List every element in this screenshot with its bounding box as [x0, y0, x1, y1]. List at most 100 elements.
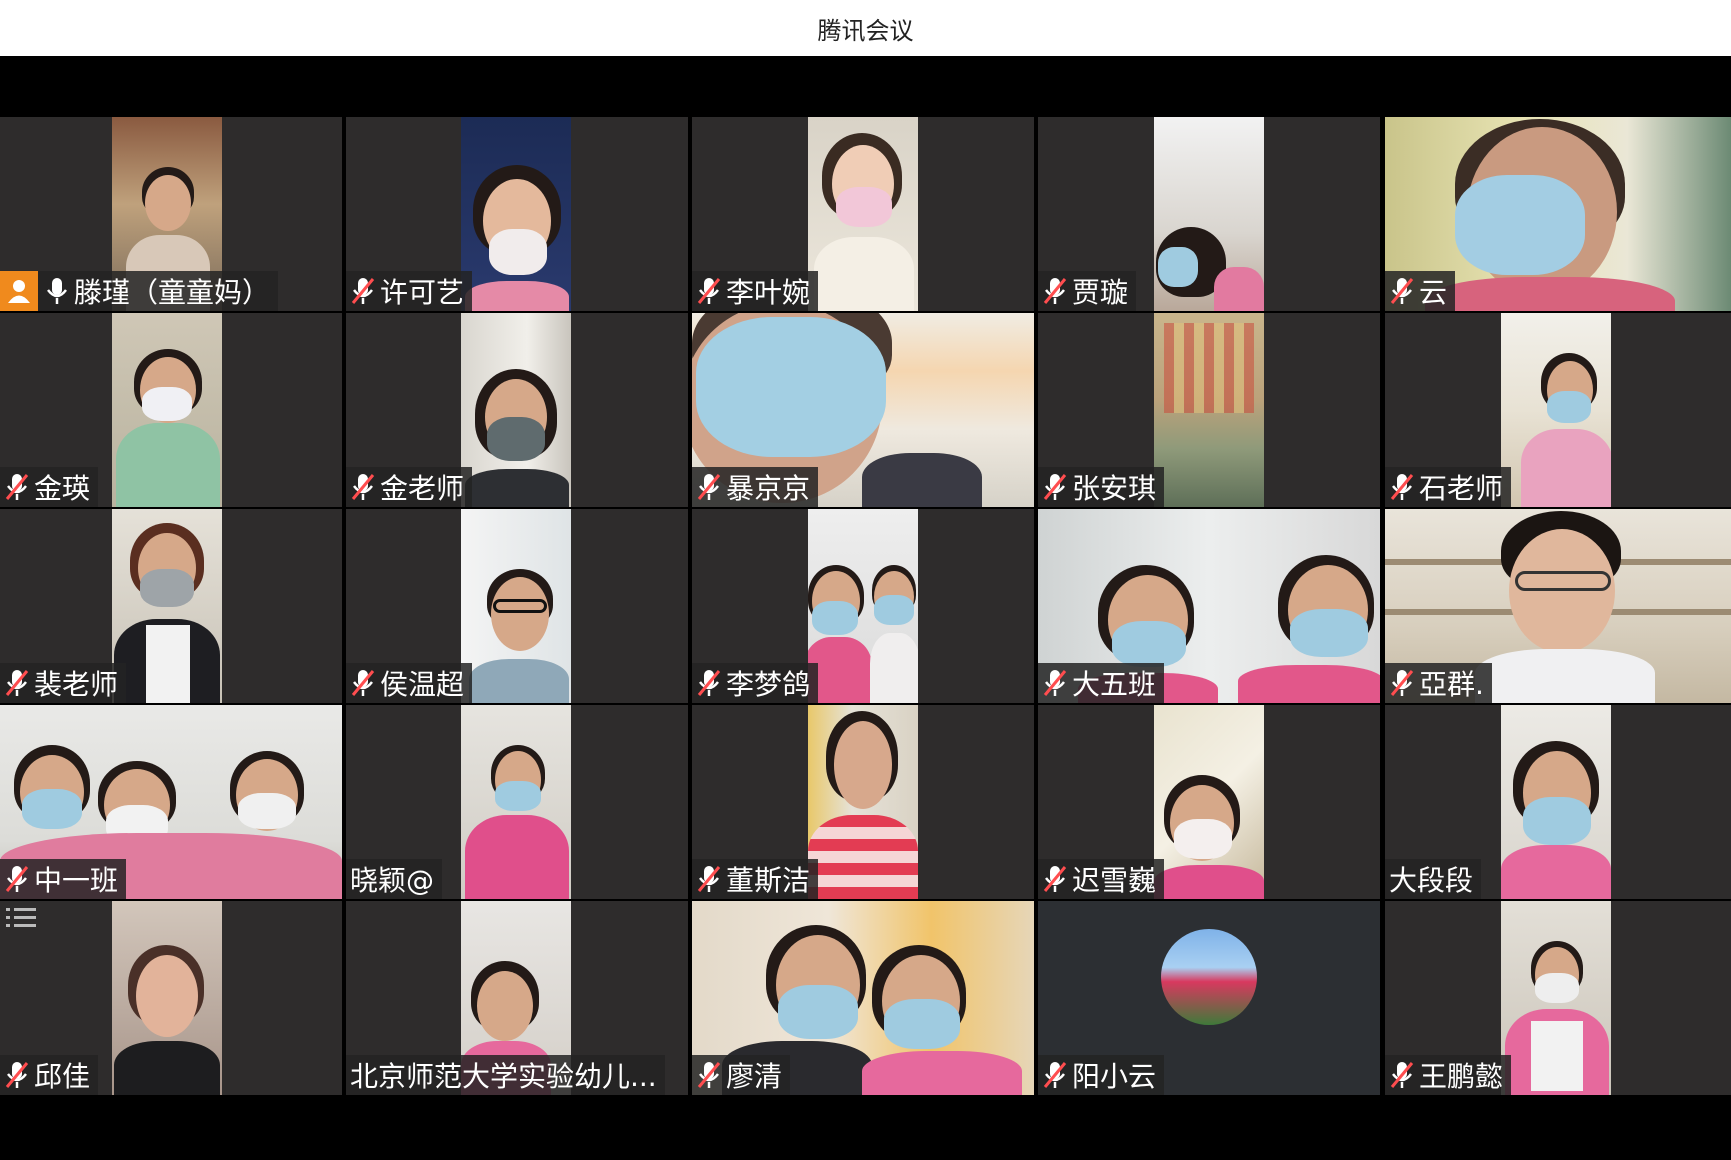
microphone-muted-icon — [697, 278, 721, 304]
participant-tile[interactable]: 云 — [1385, 117, 1731, 311]
participant-video — [1501, 705, 1611, 899]
participant-name: 裴老师 — [34, 668, 119, 701]
participant-video — [461, 509, 571, 703]
window-title: 腾讯会议 — [817, 16, 914, 45]
microphone-muted-icon — [1390, 474, 1414, 500]
participant-tile[interactable]: 金瑛 — [0, 313, 342, 507]
participant-name: 阳小云 — [1072, 1060, 1157, 1093]
participant-video — [1154, 313, 1264, 507]
participant-tile[interactable]: 金老师 — [346, 313, 688, 507]
participant-tile[interactable]: 大五班 — [1038, 509, 1380, 703]
participant-name: 李梦鸽 — [726, 668, 811, 701]
participant-video — [112, 509, 222, 703]
participant-tile[interactable]: 中一班 — [0, 705, 342, 899]
participant-name: 暴京京 — [726, 472, 811, 505]
microphone-muted-icon — [1043, 474, 1067, 500]
participant-video — [808, 705, 918, 899]
participant-name-tag: 亞群. — [1385, 663, 1492, 703]
participant-name: 金瑛 — [34, 472, 91, 505]
participant-name: 王鹏懿 — [1419, 1060, 1504, 1093]
participant-video — [808, 117, 918, 311]
participant-tile[interactable]: 李梦鸽 — [692, 509, 1034, 703]
microphone-muted-icon — [697, 474, 721, 500]
participant-name: 廖清 — [726, 1060, 783, 1093]
microphone-muted-icon — [5, 1062, 29, 1088]
participant-name: 大段段 — [1389, 864, 1474, 897]
participant-video — [1154, 705, 1264, 899]
title-bar: 腾讯会议 — [0, 0, 1731, 56]
participant-name-tag: 侯温超 — [346, 663, 473, 703]
participant-tile[interactable]: 晓颖@ — [346, 705, 688, 899]
participant-tile[interactable]: 邱佳 — [0, 901, 342, 1095]
participant-name-tag: 金老师 — [346, 467, 473, 507]
participant-name: 云 — [1419, 276, 1448, 309]
microphone-muted-icon — [5, 866, 29, 892]
participant-name-tag: 许可艺 — [346, 271, 473, 311]
microphone-muted-icon — [697, 1062, 721, 1088]
participant-name-tag: 阳小云 — [1038, 1055, 1165, 1095]
participant-name-tag: 大段段 — [1385, 859, 1482, 899]
participant-tile[interactable]: 王鹏懿 — [1385, 901, 1731, 1095]
participant-name-tag: 王鹏懿 — [1385, 1055, 1512, 1095]
participant-name: 滕瑾（童童妈） — [74, 276, 271, 309]
microphone-muted-icon — [351, 474, 375, 500]
participant-tile[interactable]: 侯温超 — [346, 509, 688, 703]
participant-name-tag: 李梦鸽 — [692, 663, 819, 703]
participant-name-tag: 石老师 — [1385, 467, 1512, 507]
list-icon[interactable] — [6, 906, 36, 928]
participant-name: 贾璇 — [1072, 276, 1129, 309]
participant-tile[interactable]: 大段段 — [1385, 705, 1731, 899]
participant-name: 晓颖@ — [350, 864, 435, 897]
participant-name: 董斯洁 — [726, 864, 811, 897]
participant-tile[interactable]: 许可艺 — [346, 117, 688, 311]
participant-name-tag: 张安琪 — [1038, 467, 1165, 507]
participant-video — [461, 705, 571, 899]
participant-name: 北京师范大学实验幼儿... — [350, 1060, 657, 1093]
microphone-muted-icon — [5, 474, 29, 500]
participant-name: 许可艺 — [380, 276, 465, 309]
participant-tile[interactable]: 滕瑾（童童妈） — [0, 117, 342, 311]
participant-name: 邱佳 — [34, 1060, 91, 1093]
microphone-muted-icon — [1390, 1062, 1414, 1088]
participant-name: 金老师 — [380, 472, 465, 505]
participant-video — [1501, 901, 1611, 1095]
microphone-muted-icon — [1043, 866, 1067, 892]
microphone-muted-icon — [697, 866, 721, 892]
participant-name: 李叶婉 — [726, 276, 811, 309]
participant-video — [808, 509, 918, 703]
participant-tile[interactable]: 张安琪 — [1038, 313, 1380, 507]
participant-video — [461, 117, 571, 311]
participant-tile[interactable]: 暴京京 — [692, 313, 1034, 507]
participant-tile[interactable]: 董斯洁 — [692, 705, 1034, 899]
participant-name-tag: 云 — [1385, 271, 1456, 311]
participant-name-tag: 金瑛 — [0, 467, 99, 507]
participant-video — [112, 313, 222, 507]
participant-name-tag: 董斯洁 — [692, 859, 819, 899]
microphone-muted-icon — [1043, 670, 1067, 696]
microphone-muted-icon — [1043, 278, 1067, 304]
participant-tile[interactable]: 裴老师 — [0, 509, 342, 703]
participant-tile[interactable]: 阳小云 — [1038, 901, 1380, 1095]
microphone-muted-icon — [1390, 278, 1414, 304]
participant-name: 张安琪 — [1072, 472, 1157, 505]
participant-tile[interactable]: 李叶婉 — [692, 117, 1034, 311]
microphone-muted-icon — [351, 278, 375, 304]
participant-name: 大五班 — [1072, 668, 1157, 701]
participant-name-tag: 晓颖@ — [346, 859, 443, 899]
participant-name-tag: 邱佳 — [0, 1055, 99, 1095]
participant-name: 石老师 — [1419, 472, 1504, 505]
participant-tile[interactable]: 石老师 — [1385, 313, 1731, 507]
participant-name-tag: 滕瑾（童童妈） — [0, 271, 279, 311]
participant-name: 侯温超 — [380, 668, 465, 701]
person-icon — [8, 280, 30, 303]
participant-tile[interactable]: 廖清 — [692, 901, 1034, 1095]
participant-name: 亞群. — [1419, 668, 1484, 701]
participant-name-tag: 贾璇 — [1038, 271, 1137, 311]
participant-name-tag: 大五班 — [1038, 663, 1165, 703]
microphone-muted-icon — [1390, 670, 1414, 696]
microphone-muted-icon — [351, 670, 375, 696]
participant-tile[interactable]: 贾璇 — [1038, 117, 1380, 311]
participant-tile[interactable]: 亞群. — [1385, 509, 1731, 703]
participant-tile[interactable]: 迟雪巍 — [1038, 705, 1380, 899]
participant-tile[interactable]: 北京师范大学实验幼儿... — [346, 901, 688, 1095]
